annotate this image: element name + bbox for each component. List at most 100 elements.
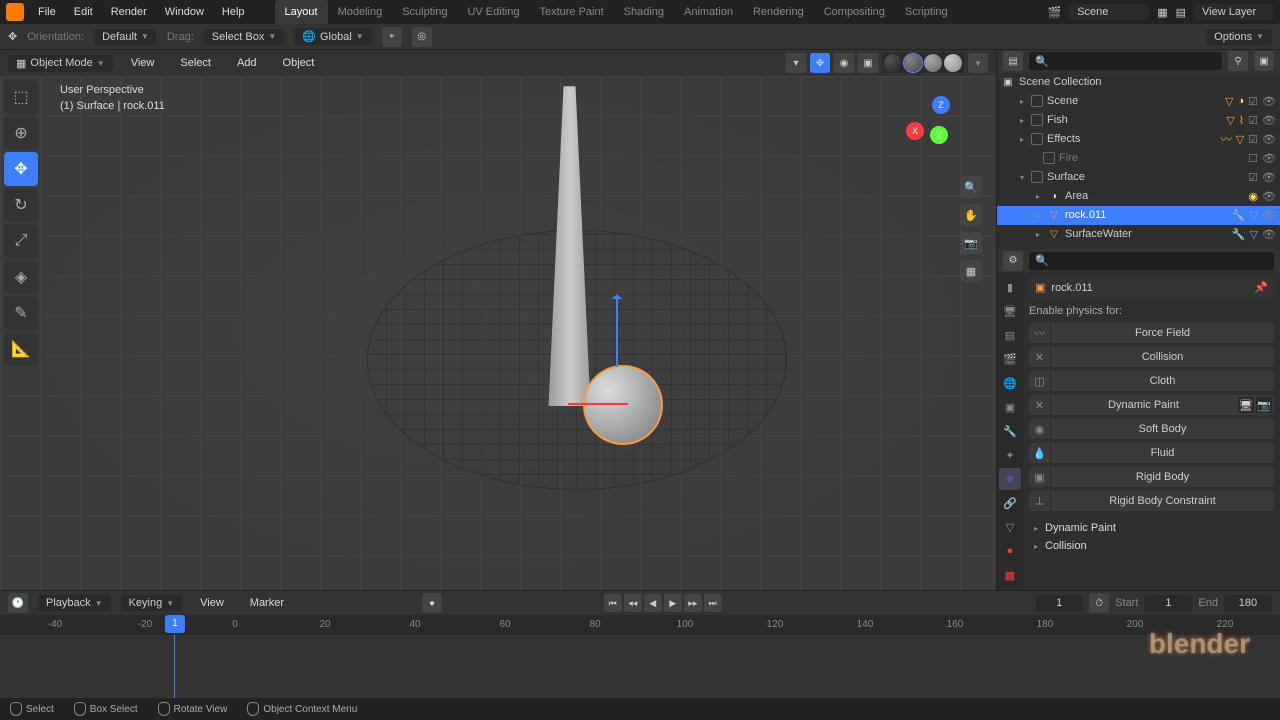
shading-wireframe[interactable] [884,54,902,72]
play-reverse[interactable]: ◀ [644,594,662,612]
props-display[interactable]: ⚙ [1003,251,1023,271]
viewlayer-field[interactable]: View Layer [1194,4,1274,20]
pan-icon[interactable]: ✋ [960,204,982,226]
tab-mesh[interactable]: ▽ [999,516,1021,538]
workspace-uv[interactable]: UV Editing [457,0,529,24]
tab-material[interactable]: ● [999,540,1021,562]
tree-item-surfacewater[interactable]: ▸▽ SurfaceWater 🔧▽ 👁 [997,225,1280,244]
outliner-display-mode[interactable]: ▤ [1003,51,1023,71]
workspace-texture[interactable]: Texture Paint [529,0,613,24]
playback-menu[interactable]: Playback▼ [38,595,111,611]
tab-constraints[interactable]: 🔗 [999,492,1021,514]
timeline-marker[interactable]: Marker [242,591,292,615]
tab-scene[interactable]: 🎬 [999,348,1021,370]
menu-window[interactable]: Window [157,0,212,24]
panel-dynamicpaint[interactable]: ▸Dynamic Paint [1029,519,1274,537]
current-frame[interactable]: 1 [1035,595,1083,611]
select-menu[interactable]: Select [172,51,219,75]
browse-scene-icon[interactable]: ▦ [1157,6,1167,19]
object-menu[interactable]: Object [275,51,323,75]
perspective-icon[interactable]: ▦ [960,260,982,282]
keyframe-prev[interactable]: ◂◂ [624,594,642,612]
workspace-rendering[interactable]: Rendering [743,0,814,24]
play-forward[interactable]: ▶ [664,594,682,612]
camera-icon[interactable]: 📷 [960,232,982,254]
end-frame[interactable]: 180 [1224,595,1272,611]
timeline-track[interactable] [0,635,1280,698]
jump-start[interactable]: ⏮ [604,594,622,612]
axis-x[interactable]: X [906,122,924,140]
show-gizmo[interactable]: ✥ [810,53,830,73]
tree-item-fish[interactable]: ▸ Fish ▽⌇ ☑👁 [997,111,1280,130]
menu-render[interactable]: Render [103,0,155,24]
playhead[interactable]: 1 [165,615,185,633]
menu-file[interactable]: File [30,0,64,24]
timeline-ruler[interactable]: -40 -20 0 20 40 60 80 100 120 140 160 18… [0,615,1280,635]
transform-orientation[interactable]: 🌐 Global▼ [294,28,371,45]
panel-collision[interactable]: ▸Collision [1029,537,1274,555]
pin-icon[interactable]: 📌 [1254,281,1268,294]
tool-transform[interactable]: ◈ [4,260,38,294]
physics-cloth[interactable]: ◫Cloth [1029,371,1274,391]
tree-item-fire[interactable]: Fire ☐👁 [997,149,1280,168]
tab-object[interactable]: ▣ [999,396,1021,418]
workspace-compositing[interactable]: Compositing [814,0,895,24]
tree-scene-collection[interactable]: ▣Scene Collection [997,73,1280,92]
shading-options[interactable]: ▼ [968,53,988,73]
tool-select-box[interactable]: ⬚ [4,80,38,114]
dp-camera-icon[interactable]: 📷 [1256,397,1272,413]
tree-item-area[interactable]: ▸◑ Area ◉ 👁 [997,187,1280,206]
outliner-tree[interactable]: ▣Scene Collection ▸ Scene ▽◑ ☑👁 ▸ Fish ▽… [997,73,1280,249]
workspace-shading[interactable]: Shading [614,0,674,24]
physics-forcefield[interactable]: 〰Force Field [1029,323,1274,343]
axis-y[interactable]: Y [930,126,948,144]
physics-fluid[interactable]: 💧Fluid [1029,443,1274,463]
tree-item-rock011[interactable]: ▸▽ rock.011 🔧▽ 👁 [997,206,1280,225]
outliner-new-collection[interactable]: ▣ [1254,51,1274,71]
shading-rendered[interactable] [944,54,962,72]
menu-help[interactable]: Help [214,0,253,24]
tree-item-scene[interactable]: ▸ Scene ▽◑ ☑👁 [997,92,1280,111]
axis-z[interactable]: Z [932,96,950,114]
tab-world[interactable]: 🌐 [999,372,1021,394]
keying-menu[interactable]: Keying▼ [121,595,183,611]
preview-range-icon[interactable]: ⏱ [1089,593,1109,613]
workspace-animation[interactable]: Animation [674,0,743,24]
tab-texture[interactable]: ▩ [999,564,1021,586]
tab-physics[interactable]: ⚛ [999,468,1021,490]
tool-move[interactable]: ✥ [4,152,38,186]
tab-viewlayer[interactable]: ▤ [999,324,1021,346]
outliner-filter[interactable]: ⚲ [1228,51,1248,71]
workspace-scripting[interactable]: Scripting [895,0,958,24]
tool-cursor[interactable]: ⊕ [4,116,38,150]
gizmo-z-axis[interactable] [616,297,618,367]
tool-rotate[interactable]: ↻ [4,188,38,222]
shading-solid[interactable] [904,54,922,72]
mode-dropdown[interactable]: ▦ Object Mode ▼ [8,55,113,72]
overlay-toggle[interactable]: ◉ [834,53,854,73]
tab-particles[interactable]: ✦ [999,444,1021,466]
workspace-modeling[interactable]: Modeling [328,0,393,24]
keyframe-next[interactable]: ▸▸ [684,594,702,612]
tree-item-surface[interactable]: ▾ Surface ☑👁 [997,168,1280,187]
shading-material[interactable] [924,54,942,72]
physics-dynamicpaint[interactable]: ✕Dynamic Paint🖥📷 [1029,395,1274,415]
tool-measure[interactable]: 📐 [4,332,38,366]
timeline-mode[interactable]: 🕐 [8,593,28,613]
3d-viewport[interactable]: ⬚ ⊕ ✥ ↻ ⤢ ◈ ✎ 📐 User Perspective (1) Sur… [0,76,996,590]
start-frame[interactable]: 1 [1144,595,1192,611]
tree-item-effects[interactable]: ▸ Effects 〰▽ ☑👁 [997,130,1280,149]
orientation-dropdown[interactable]: Default▼ [94,29,157,45]
autokey-toggle[interactable]: ● [422,593,442,613]
drag-dropdown[interactable]: Select Box▼ [204,29,285,45]
zoom-icon[interactable]: 🔍 [960,176,982,198]
physics-rigidbodyconstraint[interactable]: ⟂Rigid Body Constraint [1029,491,1274,511]
tool-annotate[interactable]: ✎ [4,296,38,330]
physics-rigidbody[interactable]: ▣Rigid Body [1029,467,1274,487]
view-menu[interactable]: View [123,51,163,75]
xray-toggle[interactable]: ▣ [858,53,878,73]
navigation-gizmo[interactable]: Z X Y [906,96,976,166]
add-menu[interactable]: Add [229,51,265,75]
workspace-layout[interactable]: Layout [275,0,328,24]
scene-name-field[interactable]: Scene [1069,4,1149,20]
